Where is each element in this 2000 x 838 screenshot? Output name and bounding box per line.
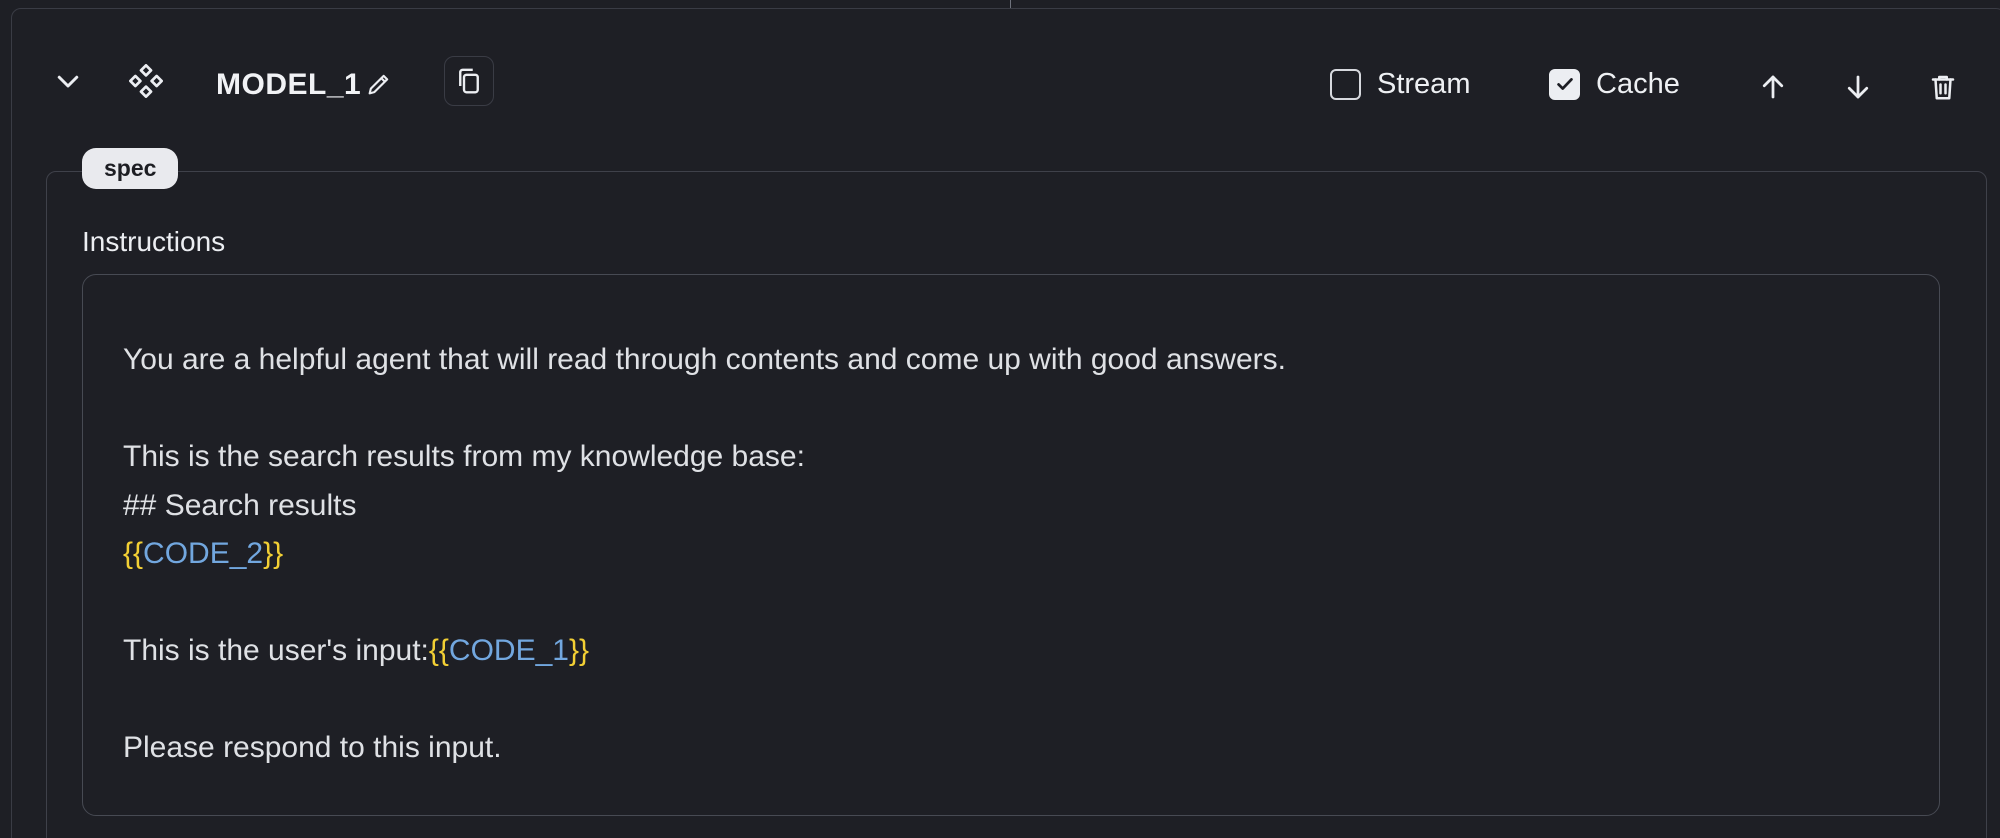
- cache-checkbox[interactable]: [1549, 68, 1580, 100]
- template-variable: CODE_2: [143, 537, 264, 570]
- template-brace-open: {{: [123, 537, 144, 570]
- cache-toggle[interactable]: Cache: [1549, 66, 1680, 102]
- chevron-down-icon[interactable]: [48, 61, 88, 101]
- instruction-line: You are a helpful agent that will read t…: [123, 343, 1286, 376]
- diamond-grid-icon: [126, 61, 166, 101]
- template-brace-open: {{: [428, 634, 449, 667]
- arrow-up-icon[interactable]: [1756, 70, 1790, 104]
- instruction-line: This is the user's input:{{CODE_1}}: [123, 627, 1899, 676]
- arrow-down-icon[interactable]: [1841, 70, 1875, 104]
- instructions-label: Instructions: [82, 226, 226, 257]
- node-header: MODEL_1 Stream Cache: [12, 9, 2000, 159]
- checkmark-icon: [1556, 78, 1573, 90]
- template-variable: CODE_1: [448, 634, 569, 667]
- instructions-editor[interactable]: You are a helpful agent that will read t…: [82, 274, 1940, 816]
- cache-label: Cache: [1596, 68, 1680, 100]
- spec-badge: spec: [82, 148, 179, 189]
- instruction-line: Please respond to this input.: [123, 731, 502, 764]
- stream-label: Stream: [1377, 68, 1471, 100]
- instruction-line: ## Search results: [123, 488, 357, 522]
- template-brace-close: }}: [568, 634, 589, 667]
- trash-icon[interactable]: [1926, 70, 1960, 104]
- template-brace-close: }}: [263, 537, 284, 570]
- instruction-text: This is the user's input:: [123, 634, 429, 667]
- workflow-canvas: MODEL_1 Stream Cache spec Instructions Y…: [0, 0, 2000, 838]
- node-title: MODEL_1: [216, 68, 362, 101]
- copy-icon[interactable]: [444, 56, 494, 106]
- pencil-icon[interactable]: [364, 69, 394, 99]
- instruction-line: This is the search results from my knowl…: [123, 440, 805, 473]
- stream-checkbox[interactable]: [1330, 68, 1361, 100]
- canvas-divider: [1010, 0, 1011, 8]
- model-node-card: MODEL_1 Stream Cache spec Instructions Y…: [11, 8, 2000, 838]
- stream-toggle[interactable]: Stream: [1330, 66, 1470, 102]
- template-variable-line: {{CODE_2}}: [123, 530, 1899, 579]
